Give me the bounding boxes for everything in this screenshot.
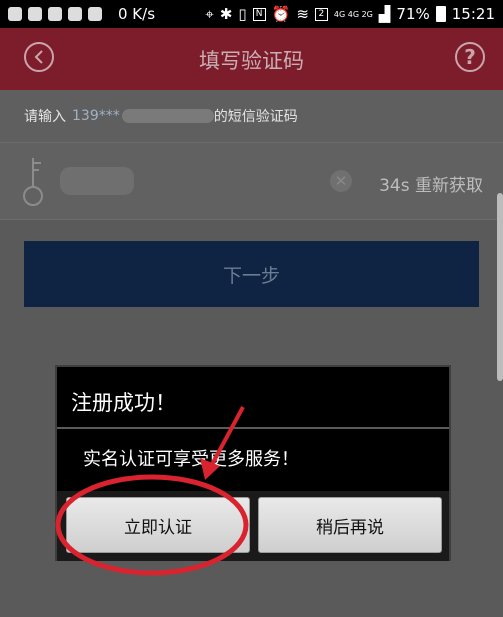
close-icon: ✕: [334, 172, 348, 190]
wifi-icon: ≋: [296, 5, 309, 23]
later-button[interactable]: 稍后再说: [258, 497, 442, 553]
prompt-suffix: 的短信验证码: [213, 109, 298, 125]
network-speed: 0 K/s: [118, 5, 156, 23]
wechat-icon: [28, 7, 42, 21]
sim-icon: 2: [314, 7, 328, 21]
nfc-icon: N: [252, 7, 266, 21]
redacted-digits: [121, 109, 214, 123]
code-input-value[interactable]: [60, 167, 134, 195]
mail-icon: [48, 7, 62, 21]
prompt-prefix: 请输入: [24, 109, 66, 125]
verify-now-button[interactable]: 立即认证: [66, 497, 250, 553]
battery-percent: 71%: [396, 5, 430, 23]
battery-icon: [435, 6, 446, 22]
scrollbar[interactable]: [497, 193, 503, 381]
verification-code-field[interactable]: ✕ 34s 重新获取: [0, 142, 503, 220]
notification-icons: 0 K/s: [8, 5, 155, 23]
dialog-message: 实名认证可享受更多服务！: [83, 449, 299, 470]
page-title: 填写验证码: [199, 49, 304, 73]
network-type: 4G 4G 2G: [333, 9, 373, 19]
bluetooth-icon: ✱: [219, 5, 233, 23]
title-bar: 填写验证码 ?: [0, 28, 503, 90]
bell-icon: [88, 7, 102, 21]
image-icon: [68, 7, 82, 21]
help-icon: ?: [464, 45, 476, 69]
resend-code-button[interactable]: 34s 重新获取: [379, 171, 483, 196]
system-icons: ⌖ ✱ ▯ N ⏰ ≋ 2 4G 4G 2G ▟ 71% 15:21: [205, 5, 495, 23]
vibrate-icon: ▯: [238, 5, 247, 23]
alarm-icon: ⏰: [271, 5, 291, 23]
dialog-button-row: 立即认证 稍后再说: [57, 491, 449, 561]
sms-prompt: 请输入 139*** 的短信验证码: [0, 90, 503, 142]
dialog-divider: [57, 427, 449, 429]
key-icon: [23, 158, 43, 206]
clock: 15:21: [451, 5, 495, 23]
masked-phone: 139***: [72, 108, 120, 124]
dialog-title: 注册成功！: [71, 391, 176, 415]
help-button[interactable]: ?: [455, 42, 485, 72]
signal-icon: ▟: [378, 5, 391, 23]
registration-success-dialog: 注册成功！ 实名认证可享受更多服务！ 立即认证 稍后再说: [55, 365, 451, 561]
next-step-button[interactable]: 下一步: [24, 241, 479, 307]
location-icon: ⌖: [205, 5, 214, 23]
clear-input-button[interactable]: ✕: [330, 170, 352, 192]
wechat-icon: [8, 7, 22, 21]
status-bar: 0 K/s ⌖ ✱ ▯ N ⏰ ≋ 2 4G 4G 2G ▟ 71% 15:21: [0, 0, 503, 28]
